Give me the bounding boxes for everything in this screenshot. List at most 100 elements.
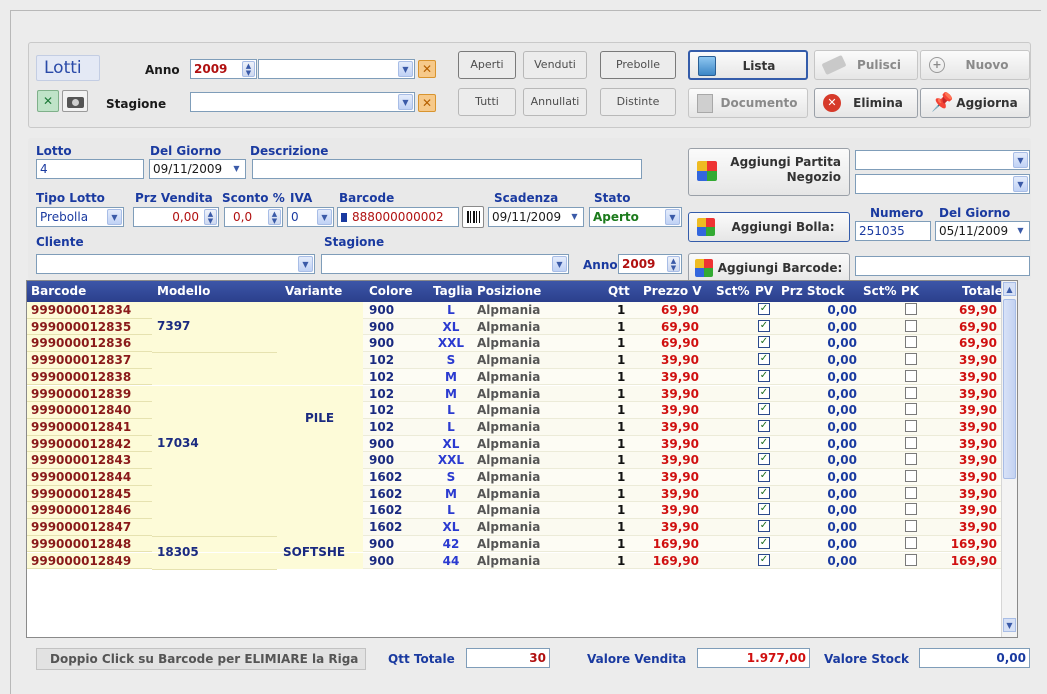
table-row[interactable]: 999000012846 1602 L Alpmania 1 39,90 ✓ 0,00 39,9… (27, 502, 1002, 520)
cliente-select[interactable]: ▼ (36, 254, 315, 274)
scroll-up-icon[interactable]: ▲ (1003, 282, 1016, 296)
pk-checkbox[interactable] (905, 336, 917, 349)
pk-checkbox[interactable] (905, 319, 917, 332)
filter-prebolle[interactable]: Prebolle (600, 51, 676, 79)
table-row[interactable]: 999000012840 102 L Alpmania 1 39,90 ✓ 0,00 39,90 (27, 402, 1002, 419)
del-giorno-field[interactable]: 09/11/2009 ▼ (149, 159, 246, 179)
table-row[interactable]: 999000012843 900 XXL Alpmania 1 39,90 ✓ 0,00 39,… (27, 452, 1002, 469)
anno-form-spinner[interactable]: 2009 ▲ ▼ (618, 254, 682, 274)
col-qtt[interactable]: Qtt (608, 284, 630, 298)
elimina-button[interactable]: ✕ Elimina (814, 88, 918, 118)
pk-checkbox[interactable] (905, 536, 917, 549)
tipo-lotto-select[interactable]: Prebolla ▼ (36, 207, 124, 227)
chevron-down-icon[interactable]: ▼ (1013, 152, 1028, 168)
pk-checkbox[interactable] (905, 553, 917, 566)
pk-checkbox[interactable] (905, 403, 917, 416)
lotti-table[interactable]: Barcode Modello Variante Colore Taglia P… (26, 280, 1018, 638)
table-row[interactable]: 999000012839 102 M Alpmania 1 39,90 ✓ 0,00 39,90 (27, 385, 1002, 403)
pv-checkbox[interactable]: ✓ (758, 369, 770, 382)
negozio-select[interactable]: ▼ (855, 174, 1030, 194)
col-pv[interactable]: PV (755, 284, 773, 298)
pk-checkbox[interactable] (905, 486, 917, 499)
table-row[interactable]: 999000012845 1602 M Alpmania 1 39,90 ✓ 0,00 39,9… (27, 485, 1002, 503)
cell-barcode[interactable]: 999000012849 (31, 554, 131, 568)
aggiungi-barcode-field[interactable] (855, 256, 1030, 276)
pv-checkbox[interactable]: ✓ (758, 436, 770, 449)
filter-aperti[interactable]: Aperti (458, 51, 516, 79)
col-posizione[interactable]: Posizione (477, 284, 541, 298)
scroll-thumb[interactable] (1003, 299, 1016, 479)
clear-stagione-icon[interactable]: ✕ (418, 94, 436, 112)
col-prezzo[interactable]: Prezzo V (643, 284, 702, 298)
col-variante[interactable]: Variante (285, 284, 342, 298)
camera-icon[interactable] (62, 90, 88, 112)
aggiungi-bolla-button[interactable]: Aggiungi Bolla: (688, 212, 850, 242)
scroll-down-icon[interactable]: ▼ (1003, 618, 1016, 632)
sconto-field[interactable]: 0,0 ▲ ▼ (224, 207, 283, 227)
col-colore[interactable]: Colore (369, 284, 412, 298)
chevron-down-icon[interactable]: ▼ (398, 61, 413, 77)
spin-icon[interactable]: ▲ ▼ (667, 256, 680, 272)
barcode-field[interactable]: 888000000002 (337, 207, 459, 227)
cell-barcode[interactable]: 999000012840 (31, 403, 131, 417)
pv-checkbox[interactable]: ✓ (758, 470, 770, 482)
pv-checkbox[interactable]: ✓ (758, 419, 770, 432)
table-row[interactable]: 999000012847 1602 XL Alpmania 1 39,90 ✓ 0,00 39,… (27, 519, 1002, 536)
cell-barcode[interactable]: 999000012835 (31, 320, 131, 334)
lotto-field[interactable]: 4 (36, 159, 144, 179)
chevron-down-icon[interactable]: ▼ (298, 256, 313, 272)
pv-checkbox[interactable]: ✓ (758, 503, 770, 516)
table-row[interactable]: 999000012837 102 S Alpmania 1 39,90 ✓ 0,00 39,90 (27, 352, 1002, 369)
pk-checkbox[interactable] (905, 453, 917, 466)
filter-annullati[interactable]: Annullati (523, 88, 587, 116)
pv-checkbox[interactable]: ✓ (758, 386, 770, 399)
pv-checkbox[interactable]: ✓ (758, 403, 770, 416)
col-pk[interactable]: PK (901, 284, 919, 298)
documento-button[interactable]: Documento (688, 88, 808, 118)
col-modello[interactable]: Modello (157, 284, 210, 298)
pk-checkbox[interactable] (905, 386, 917, 399)
chevron-down-icon[interactable]: ▼ (229, 161, 244, 177)
pk-checkbox[interactable] (905, 353, 917, 366)
col-sct2[interactable]: Sct% (863, 284, 897, 298)
col-prz-stock[interactable]: Prz Stock (781, 284, 845, 298)
cell-barcode[interactable]: 999000012837 (31, 353, 131, 367)
iva-select[interactable]: 0 ▼ (287, 207, 334, 227)
chevron-down-icon[interactable]: ▼ (398, 94, 413, 110)
scadenza-field[interactable]: 09/11/2009 ▼ (488, 207, 584, 227)
table-row[interactable]: 999000012838 102 M Alpmania 1 39,90 ✓ 0,00 39,90 (27, 368, 1002, 386)
stagione-form-select[interactable]: ▼ (321, 254, 569, 274)
stato-select[interactable]: Aperto ▼ (589, 207, 682, 227)
chevron-down-icon[interactable]: ▼ (107, 209, 122, 225)
cell-barcode[interactable]: 999000012834 (31, 303, 131, 317)
barcode-scan-icon[interactable] (462, 206, 484, 228)
col-barcode[interactable]: Barcode (31, 284, 86, 298)
excel-icon[interactable]: ✕ (37, 90, 59, 112)
pv-checkbox[interactable]: ✓ (758, 453, 770, 466)
chevron-down-icon[interactable]: ▼ (552, 256, 567, 272)
col-totale[interactable]: Totale (962, 284, 1003, 298)
pv-checkbox[interactable]: ✓ (758, 486, 770, 499)
chevron-down-icon[interactable]: ▼ (1013, 176, 1028, 192)
del-giorno2-field[interactable]: 05/11/2009 ▼ (935, 221, 1030, 241)
pv-checkbox[interactable]: ✓ (758, 536, 770, 549)
cell-barcode[interactable]: 999000012844 (31, 470, 131, 484)
cell-barcode[interactable]: 999000012842 (31, 437, 131, 451)
partita-select-1[interactable]: ▼ (855, 150, 1030, 170)
pk-checkbox[interactable] (905, 436, 917, 449)
cell-barcode[interactable]: 999000012847 (31, 520, 131, 534)
spin-icon[interactable]: ▲ ▼ (204, 209, 217, 225)
pk-checkbox[interactable] (905, 503, 917, 516)
col-taglia[interactable]: Taglia (433, 284, 473, 298)
pv-checkbox[interactable]: ✓ (758, 353, 770, 366)
pv-checkbox[interactable]: ✓ (758, 303, 770, 315)
spin-icon[interactable]: ▲ ▼ (242, 61, 255, 77)
aggiungi-partita-button[interactable]: Aggiungi Partita Negozio (688, 148, 850, 196)
col-sct1[interactable]: Sct% (716, 284, 750, 298)
spin-icon[interactable]: ▲ ▼ (268, 209, 281, 225)
table-row[interactable]: 999000012841 102 L Alpmania 1 39,90 ✓ 0,00 39,90 (27, 418, 1002, 436)
cell-barcode[interactable]: 999000012841 (31, 420, 131, 434)
clear-anno-icon[interactable]: ✕ (418, 60, 436, 78)
pk-checkbox[interactable] (905, 303, 917, 315)
anno-spinner[interactable]: 2009 ▲ ▼ (190, 59, 257, 79)
